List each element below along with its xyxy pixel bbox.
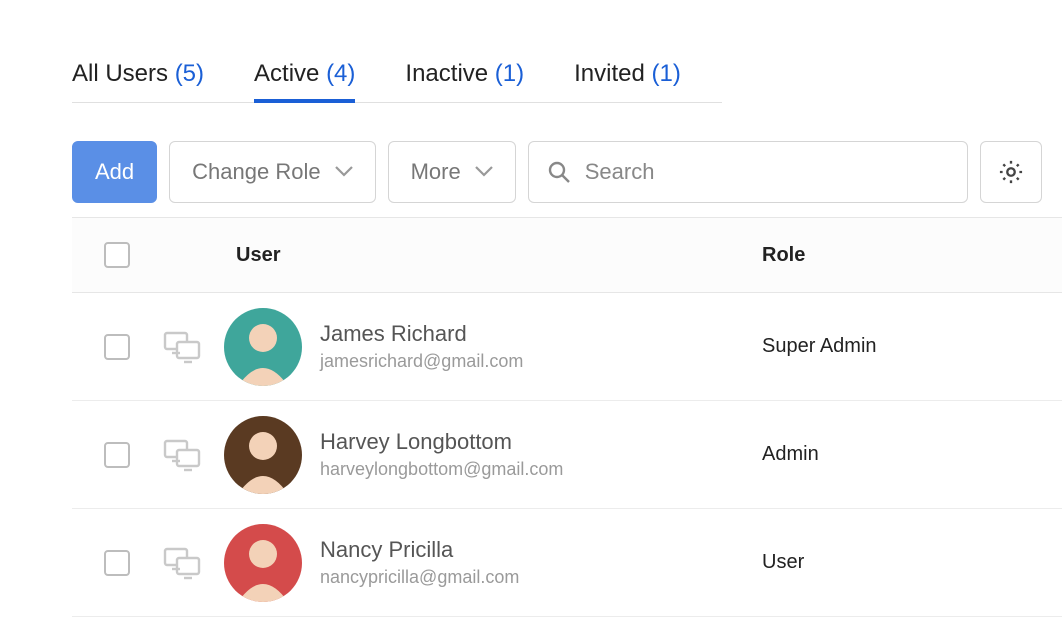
tab-count: (1): [652, 60, 681, 87]
user-role: Admin: [762, 443, 1062, 466]
search-field[interactable]: [528, 141, 968, 203]
column-header-user: User: [224, 244, 762, 267]
devices-icon: [162, 438, 224, 472]
user-email: harveylongbottom@gmail.com: [320, 459, 563, 480]
user-email: nancypricilla@gmail.com: [320, 567, 519, 588]
tab-inactive[interactable]: Inactive (1): [405, 60, 524, 102]
row-checkbox[interactable]: [104, 550, 130, 576]
user-name: Nancy Pricilla: [320, 537, 519, 563]
more-label: More: [411, 159, 461, 185]
row-checkbox[interactable]: [104, 334, 130, 360]
tab-count: (4): [326, 60, 355, 87]
change-role-label: Change Role: [192, 159, 320, 185]
settings-button[interactable]: [980, 141, 1042, 203]
tab-label: Invited: [574, 60, 645, 87]
more-dropdown[interactable]: More: [388, 141, 516, 203]
column-header-role: Role: [762, 244, 1062, 267]
change-role-dropdown[interactable]: Change Role: [169, 141, 375, 203]
chevron-down-icon: [335, 166, 353, 178]
avatar: [224, 416, 302, 494]
users-table: User Role James Richard jamesrichard@gmai…: [72, 217, 1062, 617]
chevron-down-icon: [475, 166, 493, 178]
gear-icon: [997, 158, 1025, 186]
table-row: Nancy Pricilla nancypricilla@gmail.com Use…: [72, 509, 1062, 617]
user-role: User: [762, 551, 1062, 574]
devices-icon: [162, 546, 224, 580]
tab-all-users[interactable]: All Users (5): [72, 60, 204, 102]
search-icon: [547, 160, 571, 184]
add-button[interactable]: Add: [72, 141, 157, 203]
toolbar: Add Change Role More: [72, 141, 1062, 203]
user-filter-tabs: All Users (5)Active (4)Inactive (1)Invit…: [72, 60, 722, 103]
search-input[interactable]: [583, 158, 949, 186]
tab-active[interactable]: Active (4): [254, 60, 355, 102]
user-name: James Richard: [320, 321, 523, 347]
tab-invited[interactable]: Invited (1): [574, 60, 681, 102]
tab-count: (1): [495, 60, 524, 87]
table-header: User Role: [72, 217, 1062, 293]
devices-icon: [162, 330, 224, 364]
avatar: [224, 308, 302, 386]
row-checkbox[interactable]: [104, 442, 130, 468]
table-row: Harvey Longbottom harveylongbottom@gmail.…: [72, 401, 1062, 509]
select-all-checkbox[interactable]: [104, 242, 130, 268]
tab-label: All Users: [72, 60, 168, 87]
tab-label: Inactive: [405, 60, 488, 87]
table-row: James Richard jamesrichard@gmail.com Super…: [72, 293, 1062, 401]
tab-count: (5): [175, 60, 204, 87]
user-role: Super Admin: [762, 335, 1062, 358]
user-email: jamesrichard@gmail.com: [320, 351, 523, 372]
user-name: Harvey Longbottom: [320, 429, 563, 455]
avatar: [224, 524, 302, 602]
tab-label: Active: [254, 60, 319, 87]
